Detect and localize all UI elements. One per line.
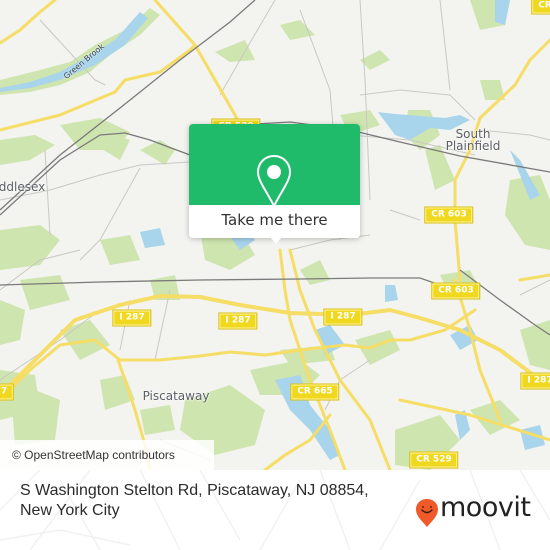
osm-attribution[interactable]: © OpenStreetMap contributors bbox=[0, 440, 214, 470]
road-shield-cr529: CR 529 bbox=[409, 451, 459, 469]
footer: S Washington Stelton Rd, Piscataway, NJ … bbox=[0, 470, 550, 550]
location-popup: Take me there bbox=[189, 124, 360, 238]
road-shield-cr603: CR 603 bbox=[431, 282, 481, 300]
popup-pointer bbox=[270, 237, 282, 244]
road-shield-cr665: CR 665 bbox=[290, 383, 340, 401]
moovit-wordmark: moovit bbox=[440, 492, 531, 523]
road-shield-i287: I 287 bbox=[323, 308, 363, 326]
moovit-pin-icon bbox=[416, 499, 438, 527]
road-shield: CR bbox=[531, 0, 550, 15]
road-shield-i287: I 287 bbox=[112, 309, 152, 327]
address-text: S Washington Stelton Rd, Piscataway, NJ … bbox=[20, 482, 369, 519]
place-label-middlesex: ddlesex bbox=[0, 180, 46, 194]
popup-header bbox=[189, 124, 360, 209]
road-shield-i287: I 287 bbox=[520, 372, 550, 390]
road-shield-i287: I 287 bbox=[218, 312, 258, 330]
place-label-south-plainfield: South Plainfield bbox=[445, 127, 501, 153]
road-shield-i287: 7 bbox=[0, 383, 15, 401]
road-shield-cr603: CR 603 bbox=[424, 206, 474, 224]
map-pin-icon bbox=[256, 154, 292, 209]
place-label-piscataway: Piscataway bbox=[142, 389, 210, 403]
